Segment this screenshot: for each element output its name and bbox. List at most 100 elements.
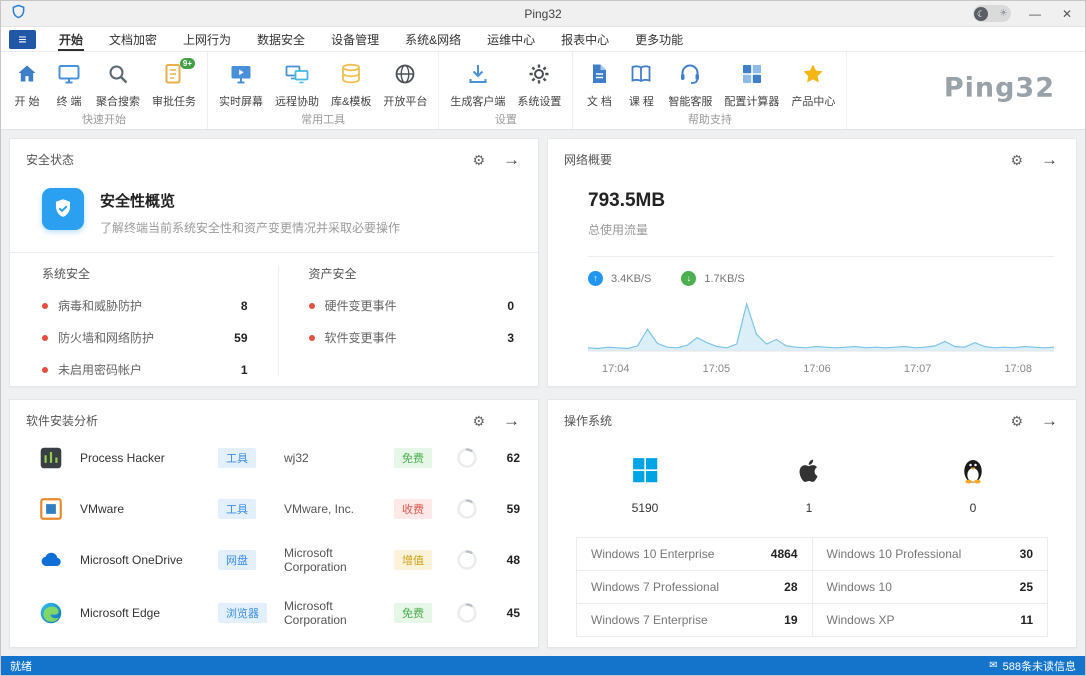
ribbon-item-product-center[interactable]: 产品中心 (785, 57, 841, 109)
app-logo-icon (11, 4, 26, 24)
brand-logo: Ping32 (944, 73, 1055, 104)
tab-system-network[interactable]: 系统&网络 (392, 27, 474, 51)
category-tag: 工具 (218, 448, 256, 468)
arrow-right-icon[interactable]: → (1041, 412, 1058, 429)
upload-arrow-icon: ↑ (588, 271, 603, 286)
software-name: Process Hacker (80, 451, 218, 465)
gear-icon[interactable]: ⚙ (1010, 414, 1023, 428)
ribbon-item-library-template[interactable]: 库&模板 (325, 57, 377, 109)
network-traffic-chart[interactable] (588, 294, 1054, 358)
smart-service-icon (677, 61, 703, 87)
search-icon (105, 61, 131, 87)
ribbon-item-open-platform[interactable]: 开放平台 (377, 57, 433, 109)
unread-messages[interactable]: ✉ 588条未读信息 (989, 658, 1076, 674)
minimize-button[interactable]: — (1027, 7, 1043, 21)
security-item-virus[interactable]: 病毒和威胁防护 8 (42, 297, 248, 314)
license-tag: 免费 (394, 448, 432, 468)
card-title: 网络概要 (564, 151, 612, 168)
course-icon (628, 61, 654, 87)
category-tag: 浏览器 (218, 603, 267, 623)
tab-device-management[interactable]: 设备管理 (318, 27, 392, 51)
tab-more-features[interactable]: 更多功能 (622, 27, 696, 51)
license-tag: 收费 (394, 499, 432, 519)
ribbon-item-live-screen[interactable]: 实时屏幕 (213, 57, 269, 109)
main-content: 安全状态 ⚙ → 安全性概览 了解终端当前系统安全性和资产变更情况并采取必要操作 (1, 130, 1085, 656)
install-gauge-icon (456, 549, 478, 571)
security-overview-subtitle: 了解终端当前系统安全性和资产变更情况并采取必要操作 (100, 219, 400, 236)
ribbon-item-remote-assist[interactable]: 远程协助 (269, 57, 325, 109)
ribbon-item-approval-tasks[interactable]: 9+ 审批任务 (146, 57, 202, 109)
live-screen-icon (228, 61, 254, 87)
theme-toggle[interactable]: ☾ ☀ (973, 5, 1011, 22)
x-tick: 17:04 (602, 363, 630, 375)
table-row: Windows 7 Enterprise 19 Windows XP 11 (577, 603, 1047, 636)
software-row[interactable]: Microsoft Edge 浏览器 Microsoft Corporation… (26, 599, 522, 627)
ribbon-item-generate-client[interactable]: 生成客户端 (444, 57, 511, 109)
security-item-firewall[interactable]: 防火墙和网络防护 59 (42, 329, 248, 346)
tab-ops-center[interactable]: 运维中心 (474, 27, 548, 51)
software-vendor: wj32 (284, 451, 394, 465)
gear-icon[interactable]: ⚙ (472, 153, 485, 167)
gear-icon[interactable]: ⚙ (1010, 153, 1023, 167)
terminal-icon (56, 61, 82, 87)
file-menu-button[interactable]: ≡ (9, 30, 36, 49)
security-item-password[interactable]: 未启用密码帐户 1 (42, 361, 248, 378)
download-arrow-icon: ↓ (681, 271, 696, 286)
hamburger-icon: ≡ (18, 31, 26, 47)
software-row[interactable]: VMware 工具 VMware, Inc. 收费 59 (26, 496, 522, 522)
asset-security-column: 资产安全 硬件变更事件 0 软件变更事件 3 (278, 265, 515, 376)
table-cell[interactable]: Windows 10 25 (813, 571, 1048, 603)
ribbon-item-smart-service[interactable]: 智能客服 (662, 57, 718, 109)
table-cell[interactable]: Windows 7 Enterprise 19 (577, 604, 813, 636)
tab-start[interactable]: 开始 (46, 27, 96, 51)
gear-icon[interactable]: ⚙ (472, 414, 485, 428)
column-header: 系统安全 (42, 265, 248, 282)
window-title: Ping32 (1, 7, 1085, 21)
table-cell[interactable]: Windows 7 Professional 28 (577, 571, 813, 603)
ribbon-group-quick-start: 开 始 终 端 聚合搜索 (1, 52, 208, 129)
arrow-right-icon[interactable]: → (1041, 151, 1058, 168)
software-row[interactable]: Microsoft OneDrive 网盘 Microsoft Corporat… (26, 546, 522, 574)
card-network-overview: 网络概要 ⚙ → 793.5MB 总使用流量 ↑ 3.4KB/S (547, 138, 1077, 387)
network-total-label: 总使用流量 (588, 221, 1054, 238)
software-vendor: VMware, Inc. (284, 502, 394, 516)
card-software-analysis: 软件安装分析 ⚙ → Process Hacker 工具 wj32 免 (9, 399, 539, 648)
divider (588, 256, 1054, 257)
approval-tasks-badge: 9+ (180, 58, 195, 69)
install-count: 59 (494, 502, 522, 516)
table-cell[interactable]: Windows 10 Professional 30 (813, 538, 1048, 570)
x-tick: 17:08 (1004, 363, 1032, 375)
close-button[interactable]: ✕ (1059, 7, 1075, 21)
category-tag: 网盘 (218, 550, 256, 570)
ribbon-item-terminal[interactable]: 终 端 (48, 57, 90, 109)
ribbon-item-aggregate-search[interactable]: 聚合搜索 (90, 57, 146, 109)
arrow-right-icon[interactable]: → (503, 151, 520, 168)
config-calculator-icon (739, 61, 765, 87)
x-tick: 17:05 (703, 363, 731, 375)
security-item-hardware-change[interactable]: 硬件变更事件 0 (309, 297, 515, 314)
tab-report-center[interactable]: 报表中心 (548, 27, 622, 51)
arrow-right-icon[interactable]: → (503, 412, 520, 429)
security-item-software-change[interactable]: 软件变更事件 3 (309, 329, 515, 346)
install-count: 62 (494, 451, 522, 465)
ribbon-item-config-calculator[interactable]: 配置计算器 (718, 57, 785, 109)
card-operating-system: 操作系统 ⚙ → 5190 (547, 399, 1077, 648)
table-cell[interactable]: Windows XP 11 (813, 604, 1048, 636)
column-header: 资产安全 (309, 265, 515, 282)
ribbon-item-course[interactable]: 课 程 (620, 57, 662, 109)
upload-rate: ↑ 3.4KB/S (588, 271, 651, 286)
onedrive-icon (38, 547, 64, 573)
ribbon-item-start[interactable]: 开 始 (6, 57, 48, 109)
message-icon: ✉ (989, 661, 997, 671)
document-icon (586, 61, 612, 87)
ribbon-item-document[interactable]: 文 档 (578, 57, 620, 109)
table-cell[interactable]: Windows 10 Enterprise 4864 (577, 538, 813, 570)
card-security-status: 安全状态 ⚙ → 安全性概览 了解终端当前系统安全性和资产变更情况并采取必要操作 (9, 138, 539, 387)
software-row[interactable]: Process Hacker 工具 wj32 免费 62 (26, 445, 522, 471)
ribbon-item-system-settings[interactable]: 系统设置 (511, 57, 567, 109)
tab-doc-encryption[interactable]: 文档加密 (96, 27, 170, 51)
tab-internet-behavior[interactable]: 上网行为 (170, 27, 244, 51)
titlebar: Ping32 ☾ ☀ — ✕ (1, 1, 1085, 27)
ribbon-group-label: 设置 (439, 109, 572, 132)
tab-data-security[interactable]: 数据安全 (244, 27, 318, 51)
